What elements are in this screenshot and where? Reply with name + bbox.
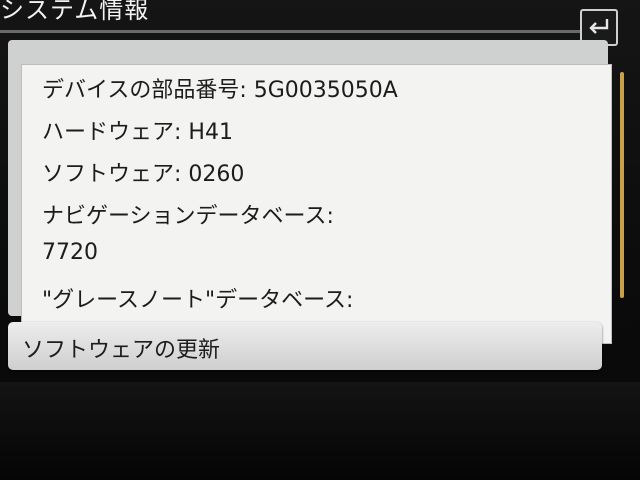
- page-title: システム情報: [0, 0, 150, 24]
- gracenote-database-label: "グレースノート"データベース:: [42, 288, 354, 313]
- title-divider: [0, 30, 612, 33]
- info-row-part-number: デバイスの部品番号: 5G0035050A: [42, 72, 398, 104]
- software-value: 0260: [188, 162, 245, 187]
- screen: システム情報 デバイスの部品番号: 5G0035050A ハードウェア: H41…: [0, 0, 640, 480]
- software-update-label: ソフトウェアの更新: [22, 338, 221, 363]
- info-row-hardware: ハードウェア: H41: [42, 114, 233, 146]
- software-label: ソフトウェア:: [42, 162, 182, 187]
- part-number-value: 5G0035050A: [253, 78, 398, 103]
- hardware-value: H41: [188, 120, 233, 145]
- scrollbar[interactable]: [620, 72, 624, 298]
- info-panel: デバイスの部品番号: 5G0035050A ハードウェア: H41 ソフトウェア…: [8, 40, 612, 344]
- hardware-label: ハードウェア:: [42, 120, 182, 145]
- info-row-gracenote-database: "グレースノート"データベース:: [42, 282, 353, 314]
- info-row-software: ソフトウェア: 0260: [42, 156, 244, 188]
- info-list[interactable]: デバイスの部品番号: 5G0035050A ハードウェア: H41 ソフトウェア…: [21, 64, 612, 344]
- device-bezel: [0, 382, 640, 480]
- software-update-button[interactable]: ソフトウェアの更新: [8, 322, 602, 370]
- nav-database-value: 7720: [42, 240, 98, 265]
- return-arrow-icon: [587, 16, 611, 40]
- info-row-nav-database: ナビゲーションデータベース:: [42, 198, 334, 230]
- part-number-label: デバイスの部品番号:: [42, 78, 247, 103]
- nav-database-label: ナビゲーションデータベース:: [42, 204, 334, 229]
- info-row-nav-database-value: 7720: [42, 240, 98, 265]
